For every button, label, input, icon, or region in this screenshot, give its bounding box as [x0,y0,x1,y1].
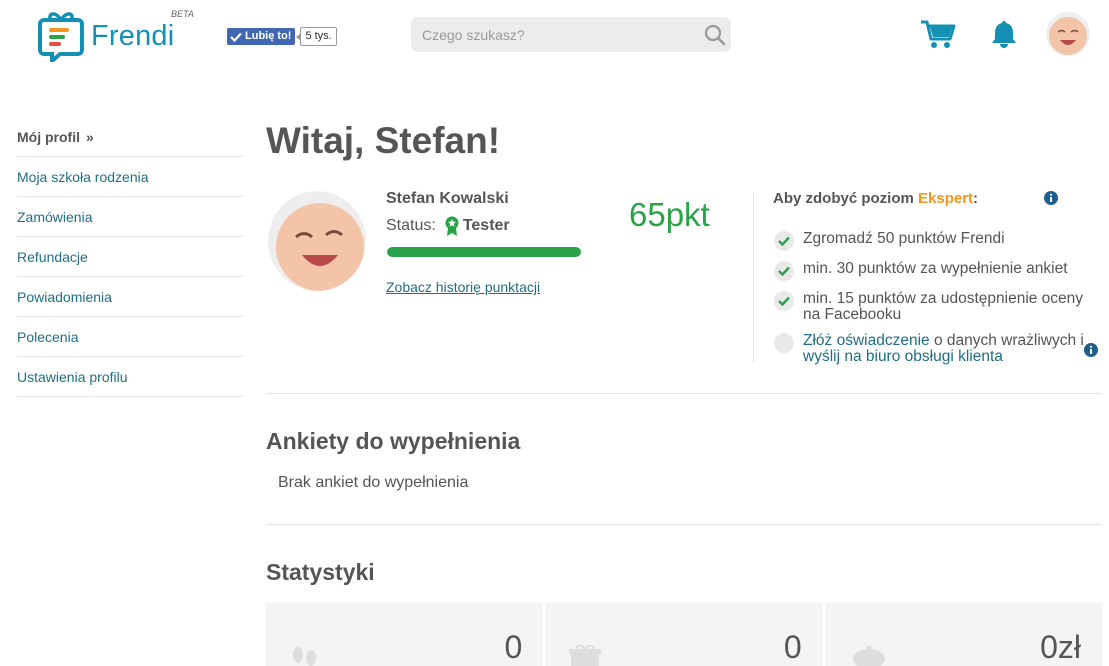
active-marker: » [86,129,94,145]
stat-value: 0 [504,629,523,665]
status-progress-bar [387,247,581,257]
surveys-title: Ankiety do wypełnienia [266,428,521,454]
profile-sidebar: Mój profil » Moja szkoła rodzenia Zamówie… [17,117,242,397]
send-to-support-link[interactable]: wyślij na biuro obsługi klienta [803,348,1003,365]
requirement-text: Zgromadź 50 punktów Frendi [803,230,1005,247]
stat-value: 0 [783,629,802,665]
requirement-item: Złóż oświadczenie o danych wrażliwych i … [774,333,1104,365]
facebook-like-count: 5 tys. [296,27,337,46]
sidebar-item-label: Mój profil [17,129,80,145]
logo-gift-icon [38,12,84,62]
requirements-title: Aby zdobyć poziom Ekspert: [773,190,978,207]
stat-card: 0 [545,603,823,666]
sidebar-item-referrals[interactable]: Polecenia [17,317,242,357]
surveys-empty-message: Brak ankiet do wypełnienia [278,474,469,491]
requirement-item: min. 15 punktów za udostępnienie oceny n… [774,291,1104,323]
page-title: Witaj, Stefan! [266,120,501,161]
stat-card: 0 [266,603,544,666]
requirement-item: min. 30 punktów za wypełnienie ankiet [774,261,1104,281]
requirement-text: min. 30 punktów za wypełnienie ankiet [803,260,1068,277]
info-icon[interactable] [1044,191,1058,205]
user-avatar[interactable] [1046,12,1090,56]
status-progress-fill [387,247,581,257]
submit-declaration-link[interactable]: Złóż oświadczenie [803,332,930,349]
piggy-bank-icon [852,645,885,666]
requirements-title-suffix: : [973,190,979,207]
user-name: Stefan Kowalski [386,190,509,207]
check-pending-icon [774,333,794,353]
stats-panel: 0 0 0zł [266,603,1102,666]
check-done-icon [774,261,794,281]
stat-card: 0zł [824,603,1102,666]
bell-icon[interactable] [990,19,1018,49]
check-icon [230,32,242,42]
profile-avatar [268,191,366,291]
sidebar-item-notifications[interactable]: Powiadomienia [17,277,242,317]
baby-face-icon [268,191,366,291]
sidebar-item-orders[interactable]: Zamówienia [17,197,242,237]
points-history-link[interactable]: Zobacz historię punktacji [386,279,540,295]
vertical-divider [753,192,754,362]
search-input[interactable] [411,17,691,52]
check-done-icon [774,291,794,311]
badge-icon [445,216,459,236]
status-value: Tester [462,217,510,234]
gift-icon [569,645,602,666]
requirement-text: min. 15 punktów za udostępnienie oceny n… [803,290,1084,323]
sidebar-item-birth-school[interactable]: Moja szkoła rodzenia [17,157,242,197]
logo-text: Frendi [91,20,175,52]
baby-face-icon [1046,12,1090,56]
sidebar-item-my-profile[interactable]: Mój profil » [17,117,242,157]
requirement-text: Złóż oświadczenie o danych wrażliwych i … [803,333,1104,365]
sidebar-item-profile-settings[interactable]: Ustawienia profilu [17,357,242,397]
requirement-item: Zgromadź 50 punktów Frendi [774,231,1104,251]
beta-badge: BETA [171,9,194,19]
sidebar-item-refunds[interactable]: Refundacje [17,237,242,277]
search-icon[interactable] [704,24,726,46]
cart-icon[interactable] [920,19,956,49]
facebook-like-button[interactable]: Lubię to! [227,28,296,45]
requirements-title-prefix: Aby zdobyć poziom [773,190,919,207]
stats-title: Statystyki [266,559,375,585]
footprints-icon [293,647,316,666]
info-icon[interactable] [1084,343,1098,357]
search-bar [411,17,731,52]
facebook-like-label: Lubię to! [245,30,292,42]
check-done-icon [774,231,794,251]
target-level: Ekspert [918,190,974,207]
stat-value: 0zł [1040,629,1081,665]
requirements-list: Zgromadź 50 punktów Frendi min. 30 punkt… [774,231,1104,375]
frendi-logo[interactable]: Frendi BETA [38,6,198,62]
points-total: 65pkt [629,196,710,233]
section-divider [266,524,1102,525]
status-label: Status: [386,217,436,234]
user-status: Status: Tester [386,216,510,236]
section-divider [266,393,1102,394]
requirement-text-mid: o danych wrażliwych i [929,332,1084,349]
facebook-like-widget[interactable]: Lubię to! 5 tys. [227,27,337,46]
